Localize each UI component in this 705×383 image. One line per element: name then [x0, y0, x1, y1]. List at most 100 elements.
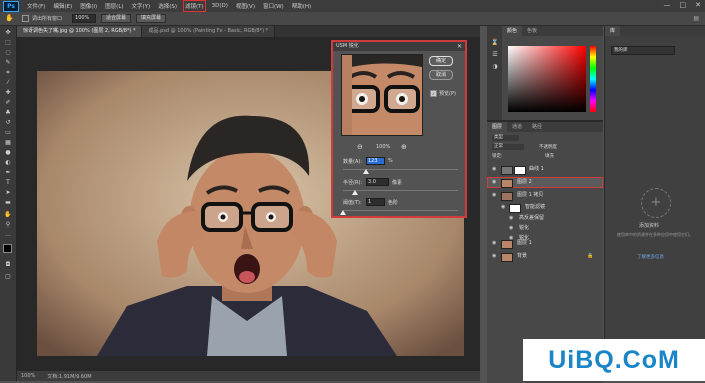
preview-zoom-value: 100%	[376, 144, 391, 150]
shape-tool-icon[interactable]: ▬	[4, 200, 12, 206]
zoom-out-icon[interactable]: ⊖	[357, 143, 363, 151]
menu-image[interactable]: 图像(I)	[80, 2, 97, 10]
scroll-all-windows-checkbox[interactable]	[22, 15, 29, 22]
tools-panel: ✥ ⬚ ◌ ✎ ⌗ ⁄ ✚ ✐ ♣ ↺ ▭ ▦ ● ◐ ✒ T ➤ ▬ ✋ ⚲ …	[0, 26, 17, 381]
dialog-title: USM 锐化	[336, 43, 359, 49]
brush-tool-icon[interactable]: ✐	[4, 100, 12, 106]
zoom-field[interactable]: 100%	[72, 14, 97, 23]
library-learn-more-link[interactable]: 了解更多信息	[637, 254, 664, 260]
dialog-titlebar[interactable]: USM 锐化 ✕	[333, 42, 465, 51]
tab-paths[interactable]: 路径	[527, 122, 547, 132]
library-dropdown[interactable]: 我的库	[611, 46, 675, 55]
dodge-tool-icon[interactable]: ◐	[4, 160, 12, 166]
tab-document-1[interactable]: 惊讶调色失了嘴.jpg @ 100% (图层 2, RGB/8*) *	[17, 26, 143, 37]
tab-document-2[interactable]: 成品.psd @ 100% (Painting Fx - Basic, RGB/…	[142, 26, 276, 37]
tab-swatches[interactable]: 色板	[522, 26, 542, 36]
type-tool-icon[interactable]: T	[4, 180, 12, 186]
visibility-eye-icon[interactable]: ◉	[492, 177, 496, 188]
quick-select-tool-icon[interactable]: ✎	[4, 60, 12, 66]
layer-thumbnail	[501, 253, 513, 262]
visibility-eye-icon[interactable]: ◉	[492, 251, 496, 262]
document-tabs: 惊讶调色失了嘴.jpg @ 100% (图层 2, RGB/8*) * 成品.p…	[17, 26, 480, 37]
status-zoom[interactable]: 100%	[21, 373, 35, 379]
blend-mode-select[interactable]: 正常	[492, 144, 524, 150]
pen-tool-icon[interactable]: ✒	[4, 170, 12, 176]
ok-button[interactable]: 确定	[429, 56, 453, 66]
radius-input[interactable]: 3.0	[366, 178, 389, 186]
maximize-button[interactable]: □	[680, 1, 687, 9]
history-panel-icon[interactable]: ⌛	[491, 40, 499, 46]
layer-row-background[interactable]: ◉ 背景 🔒	[487, 251, 603, 262]
crop-tool-icon[interactable]: ⌗	[4, 70, 12, 76]
properties-panel-icon[interactable]: ☰	[491, 52, 499, 58]
workspace-icon[interactable]: ▤	[693, 15, 699, 22]
layer-row-smart-filters[interactable]: ◉ 智能滤镜	[487, 202, 603, 213]
filter-preview[interactable]	[341, 54, 423, 136]
menu-file[interactable]: 文件(F)	[27, 2, 45, 10]
layer-row-layer1[interactable]: ◉ 图层 1	[487, 238, 603, 249]
tab-libraries[interactable]: 库	[605, 26, 621, 36]
adjustments-panel-icon[interactable]: ◑	[491, 64, 499, 70]
menu-filter[interactable]: 滤镜(T)	[183, 0, 206, 12]
menu-bar: Ps 文件(F) 编辑(E) 图像(I) 图层(L) 文字(Y) 选择(S) 滤…	[0, 0, 705, 12]
eraser-tool-icon[interactable]: ▭	[4, 130, 12, 136]
foreground-color-swatch[interactable]	[3, 244, 12, 253]
marquee-tool-icon[interactable]: ⬚	[4, 40, 12, 46]
dialog-close-icon[interactable]: ✕	[457, 42, 462, 51]
layer-filter-select[interactable]: 类型	[492, 135, 519, 141]
healing-tool-icon[interactable]: ✚	[4, 90, 12, 96]
layer-row-layer2[interactable]: ◉ 图层 2	[487, 177, 603, 188]
fit-screen-button[interactable]: 适合屏幕	[101, 14, 132, 23]
menu-edit[interactable]: 编辑(E)	[53, 2, 72, 10]
menu-select[interactable]: 选择(S)	[158, 2, 177, 10]
menu-layer[interactable]: 图层(L)	[105, 2, 123, 10]
visibility-eye-icon[interactable]: ◉	[492, 238, 496, 249]
menu-window[interactable]: 窗口(W)	[263, 2, 284, 10]
menu-view[interactable]: 视图(V)	[236, 2, 255, 10]
move-tool-icon[interactable]: ✥	[4, 30, 12, 36]
layer-row-curves[interactable]: ◉ 曲线 1	[487, 164, 603, 175]
visibility-eye-icon[interactable]: ◉	[492, 190, 496, 201]
layer-row-layer1-copy[interactable]: ◉ 图层 1 拷贝	[487, 190, 603, 201]
gradient-tool-icon[interactable]: ▦	[4, 140, 12, 146]
lasso-tool-icon[interactable]: ◌	[4, 50, 12, 56]
screen-mode-icon[interactable]: ▢	[4, 274, 12, 280]
tab-color[interactable]: 颜色	[502, 26, 523, 36]
blur-tool-icon[interactable]: ●	[4, 150, 12, 156]
radius-slider-track[interactable]	[343, 190, 458, 191]
amount-slider-track[interactable]	[343, 169, 458, 170]
layers-panel-tabs: 图层 通道 路径	[487, 122, 603, 132]
eyedropper-tool-icon[interactable]: ⁄	[4, 80, 12, 86]
minimize-button[interactable]: —	[664, 1, 671, 9]
menu-help[interactable]: 帮助(H)	[292, 2, 311, 10]
path-select-tool-icon[interactable]: ➤	[4, 190, 12, 196]
threshold-input[interactable]: 1	[366, 198, 385, 206]
radius-slider-thumb[interactable]	[351, 190, 358, 195]
amount-input[interactable]: 123	[366, 157, 385, 165]
visibility-eye-icon[interactable]: ◉	[492, 164, 496, 175]
zoom-in-icon[interactable]: ⊕	[401, 143, 407, 151]
amount-slider-thumb[interactable]	[363, 169, 369, 174]
more-tools-icon[interactable]: …	[4, 232, 12, 238]
zoom-tool-icon[interactable]: ⚲	[4, 222, 12, 228]
tab-layers[interactable]: 图层	[487, 122, 508, 132]
fill-screen-button[interactable]: 填充屏幕	[136, 14, 167, 23]
close-button[interactable]: ✕	[695, 1, 701, 9]
hand-tool-icon[interactable]: ✋	[4, 212, 12, 218]
app-logo: Ps	[3, 0, 19, 12]
preview-checkbox[interactable]: ✓	[430, 90, 437, 97]
threshold-slider-track[interactable]	[343, 210, 458, 211]
add-content-icon[interactable]: +	[641, 188, 671, 218]
hue-slider[interactable]	[590, 46, 596, 112]
clone-stamp-tool-icon[interactable]: ♣	[4, 110, 12, 116]
quick-mask-icon[interactable]: ◘	[4, 262, 12, 268]
threshold-slider-thumb[interactable]	[340, 210, 346, 215]
color-field[interactable]	[508, 46, 586, 112]
history-brush-tool-icon[interactable]: ↺	[4, 120, 12, 126]
tab-channels[interactable]: 通道	[507, 122, 527, 132]
visibility-eye-icon[interactable]: ◉	[501, 202, 505, 213]
menu-type[interactable]: 文字(Y)	[132, 2, 151, 10]
layer-name: 曲线 1	[529, 166, 544, 172]
cancel-button[interactable]: 取消	[429, 70, 453, 80]
menu-3d[interactable]: 3D(D)	[212, 3, 228, 9]
